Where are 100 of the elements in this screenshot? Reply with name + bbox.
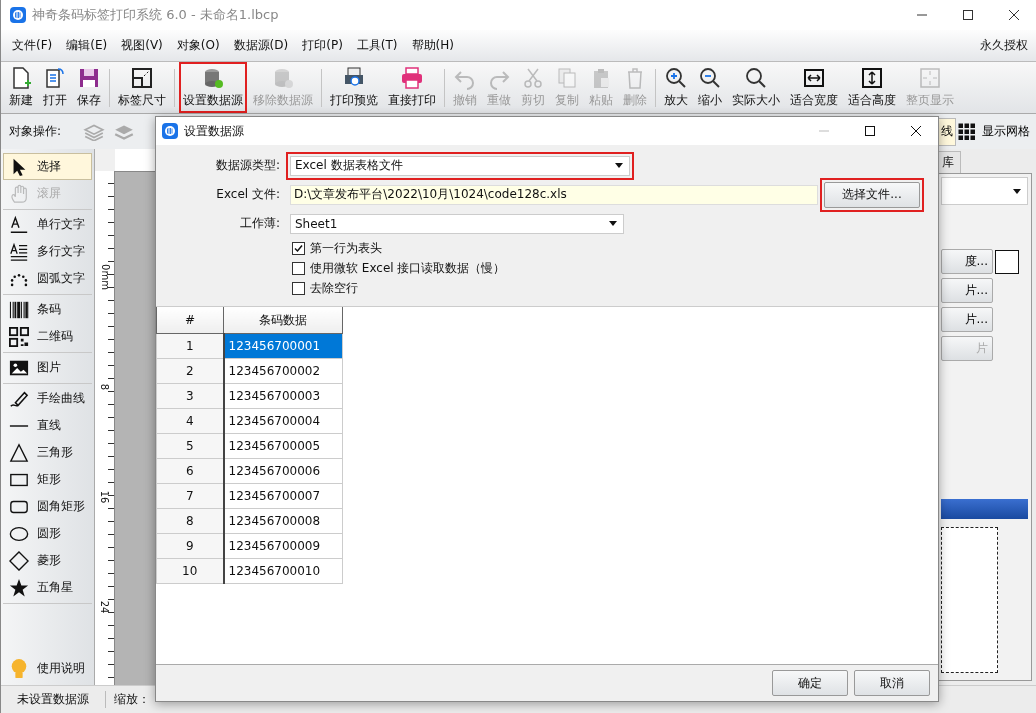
ruler-label: 8 (98, 383, 111, 391)
tool-button[interactable]: 矩形 (3, 466, 92, 493)
maximize-icon[interactable] (864, 125, 876, 137)
cancel-button[interactable]: 取消 (854, 670, 930, 696)
tool-button[interactable]: 圆角矩形 (3, 493, 92, 520)
toolbar-icon (664, 66, 688, 90)
toolbar-icon (130, 66, 154, 90)
table-cell[interactable]: 123456700005 (223, 433, 343, 459)
tool-icon (9, 577, 29, 598)
toolbar-button[interactable]: 打印预览 (326, 62, 382, 113)
row-number-cell: 6 (156, 458, 224, 484)
toolbar-button[interactable]: 设置数据源 (179, 62, 247, 113)
toolbar-button[interactable]: 保存 (73, 62, 105, 113)
tool-icon (9, 424, 29, 427)
toolbar-button[interactable]: 直接打印 (384, 62, 440, 113)
table-cell[interactable]: 123456700007 (223, 483, 343, 509)
table-cell[interactable]: 123456700001 (223, 333, 343, 359)
toolbar-button[interactable]: 适合宽度 (786, 62, 842, 113)
dropdown-field[interactable] (941, 177, 1028, 205)
toolbar-button[interactable]: 缩小 (694, 62, 726, 113)
table-cell[interactable]: 123456700008 (223, 508, 343, 534)
maximize-icon[interactable] (962, 9, 974, 21)
tool-button[interactable]: 圆形 (3, 520, 92, 547)
row-number-cell: 9 (156, 533, 224, 559)
tool-icon (9, 299, 29, 320)
app-logo-icon (162, 123, 178, 139)
row-number-cell: 5 (156, 433, 224, 459)
column-header: 条码数据 (223, 307, 343, 334)
field-label: Excel 文件: (215, 186, 281, 203)
row-number-cell: 8 (156, 508, 224, 534)
datasource-status: 未设置数据源 (1, 691, 106, 708)
table-cell[interactable]: 123456700003 (223, 383, 343, 409)
menu-item[interactable]: 打印(P) (295, 37, 350, 54)
panel-button[interactable]: 片... (941, 278, 993, 303)
choose-file-button[interactable]: 选择文件... (824, 181, 920, 208)
toolbar-icon (860, 66, 884, 90)
checkbox[interactable] (292, 241, 305, 255)
file-path-field[interactable]: D:\文章发布平台\2022\10月\1024\code128c.xls (290, 184, 818, 205)
license-menu-item[interactable]: 永久授权 (980, 37, 1036, 54)
workbook-dropdown[interactable]: Sheet1 (290, 213, 624, 234)
help-button[interactable]: 使用说明 (3, 655, 92, 682)
tool-button[interactable]: 三角形 (3, 439, 92, 466)
dropdown-arrow-icon (609, 221, 617, 226)
toolbar-button[interactable]: 实际大小 (728, 62, 784, 113)
tool-button[interactable]: 多行文字 (3, 238, 92, 265)
column-header: # (156, 307, 224, 334)
tool-icon (9, 214, 29, 235)
menu-item[interactable]: 文件(F) (5, 37, 60, 54)
field-label: 工作薄: (238, 215, 281, 232)
tool-icon (9, 442, 29, 463)
tool-button[interactable]: 条码 (3, 296, 92, 323)
tool-button[interactable]: 手绘曲线 (3, 385, 92, 412)
close-icon[interactable] (1008, 9, 1020, 21)
menu-item[interactable]: 编辑(E) (59, 37, 115, 54)
panel-button[interactable]: 度... (941, 249, 993, 274)
menu-item[interactable]: 视图(V) (114, 37, 170, 54)
toolbar-icon (802, 66, 826, 90)
close-icon[interactable] (910, 125, 922, 137)
panel-tab[interactable]: 库 (937, 151, 961, 173)
table-cell[interactable]: 123456700009 (223, 533, 343, 559)
checkbox[interactable] (292, 281, 305, 295)
toolbar-button[interactable]: 打开 (39, 62, 71, 113)
toolbar-icon (43, 66, 67, 90)
row-number-cell: 7 (156, 483, 224, 509)
toolbar-icon (77, 66, 101, 90)
table-cell[interactable]: 123456700010 (223, 558, 343, 584)
checkbox-label: 使用微软 Excel 接口读取数据（慢） (310, 259, 506, 277)
toolbar-button[interactable]: 放大 (660, 62, 692, 113)
menu-item[interactable]: 数据源(D) (226, 37, 296, 54)
tool-button[interactable]: 直线 (3, 412, 92, 439)
table-cell[interactable]: 123456700004 (223, 408, 343, 434)
datasource-type-dropdown[interactable]: Excel 数据表格文件 (290, 155, 630, 176)
table-cell[interactable]: 123456700006 (223, 458, 343, 484)
tool-button[interactable]: 五角星 (3, 574, 92, 601)
ruler-label: 0mm (98, 264, 111, 290)
toolbar-icon (744, 66, 768, 90)
tool-button[interactable]: 图片 (3, 354, 92, 381)
tool-button[interactable]: 单行文字 (3, 211, 92, 238)
tool-button[interactable]: 选择 (3, 153, 92, 180)
ruler-label: 16 (98, 490, 111, 504)
tool-button[interactable]: 二维码 (3, 323, 92, 350)
color-swatch[interactable] (995, 249, 1019, 274)
tool-button[interactable]: 圆弧文字 (3, 265, 92, 292)
toolbar-button[interactable]: 新建 (5, 62, 37, 113)
ruler-label: 24 (98, 600, 111, 614)
checkbox[interactable] (292, 261, 305, 275)
menu-item[interactable]: 对象(O) (169, 37, 227, 54)
panel-button[interactable]: 片... (941, 307, 993, 332)
toolbar-icon (555, 66, 579, 90)
app-logo-icon (10, 7, 26, 23)
dropdown-arrow-icon (1013, 188, 1021, 194)
ok-button[interactable]: 确定 (772, 670, 848, 696)
table-cell[interactable]: 123456700002 (223, 358, 343, 384)
window-title: 神奇条码标签打印系统 6.0 - 未命名1.lbcp (32, 6, 279, 24)
show-grid-button[interactable]: 显示网格 (956, 122, 1036, 141)
toolbar-button[interactable]: 适合高度 (844, 62, 900, 113)
menu-item[interactable]: 工具(T) (349, 37, 405, 54)
tool-button[interactable]: 菱形 (3, 547, 92, 574)
toolbar-button[interactable]: 标签尺寸 (114, 62, 170, 113)
menu-item[interactable]: 帮助(H) (404, 37, 461, 54)
